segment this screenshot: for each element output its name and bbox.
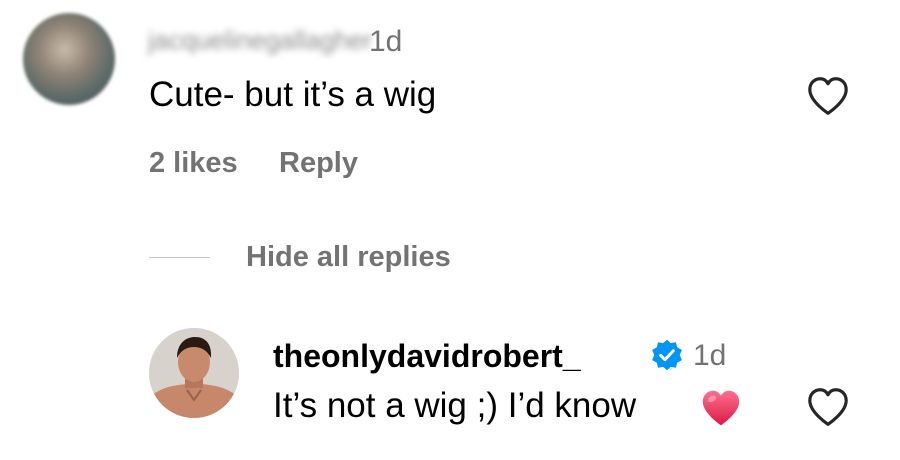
comment-timestamp: 1d — [369, 25, 403, 58]
comment-likes-count[interactable]: 2 likes — [149, 146, 238, 180]
commenter-username[interactable]: jacquelinegallagher — [148, 26, 372, 54]
red-heart-emoji-icon — [699, 388, 743, 428]
like-comment-heart-icon[interactable] — [806, 76, 850, 116]
reply-text: It’s not a wig ;) I’d know — [273, 386, 637, 425]
reply-author-username[interactable]: theonlydavidrobert_ — [273, 337, 581, 375]
reply-author-avatar[interactable] — [149, 328, 239, 418]
reply-button[interactable]: Reply — [279, 146, 358, 180]
like-reply-heart-icon[interactable] — [806, 387, 850, 427]
verified-badge-icon — [650, 338, 684, 372]
commenter-avatar[interactable] — [23, 13, 115, 105]
reply-timestamp: 1d — [693, 339, 727, 372]
comment-text: Cute- but it’s a wig — [149, 75, 437, 114]
replies-divider — [149, 257, 210, 258]
hide-replies-button[interactable]: Hide all replies — [246, 240, 451, 274]
